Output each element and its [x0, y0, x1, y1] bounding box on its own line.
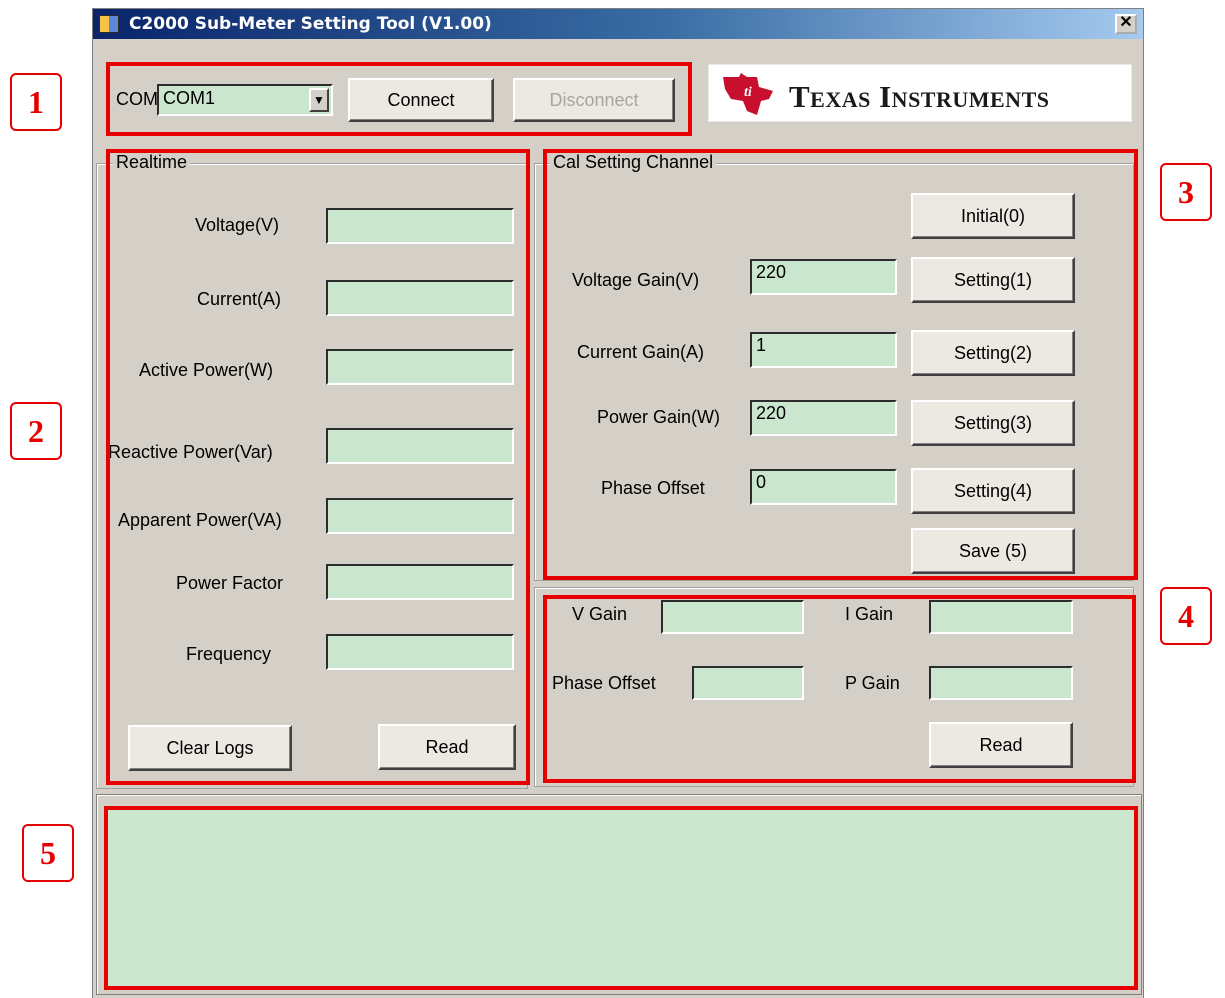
svg-text:ti: ti	[744, 85, 752, 100]
callout-3: 3	[1160, 163, 1212, 221]
window-title: C2000 Sub-Meter Setting Tool (V1.00)	[129, 14, 492, 34]
highlight-box-log	[104, 806, 1138, 990]
callout-1: 1	[10, 73, 62, 131]
highlight-box-realtime	[106, 149, 530, 785]
ti-logo-text: Texas Instruments	[789, 79, 1050, 114]
highlight-box-connection	[106, 62, 692, 136]
title-bar[interactable]: C2000 Sub-Meter Setting Tool (V1.00) ✕	[93, 9, 1143, 39]
callout-5: 5	[22, 824, 74, 882]
callout-4: 4	[1160, 587, 1212, 645]
ti-logo: ti Texas Instruments	[708, 64, 1132, 122]
app-icon	[99, 15, 119, 33]
highlight-box-gain-readout	[543, 595, 1136, 783]
highlight-box-cal-setting	[543, 149, 1138, 580]
ti-logo-icon: ti	[723, 73, 773, 115]
callout-2: 2	[10, 402, 62, 460]
close-icon[interactable]: ✕	[1115, 14, 1137, 34]
